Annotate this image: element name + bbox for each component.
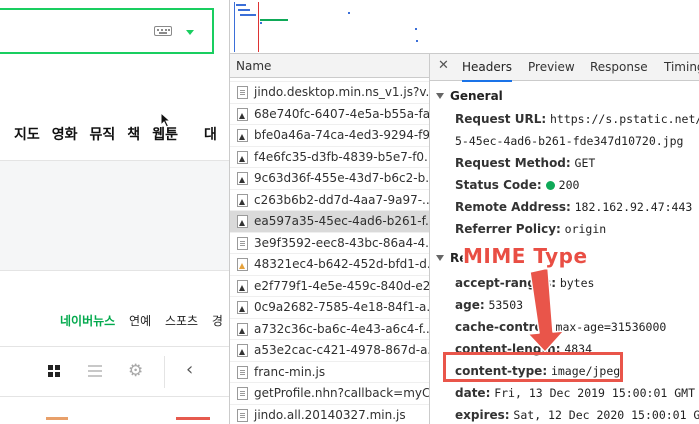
content-type-highlight-box	[443, 352, 623, 382]
annotation-label: MIME Type	[463, 244, 588, 268]
